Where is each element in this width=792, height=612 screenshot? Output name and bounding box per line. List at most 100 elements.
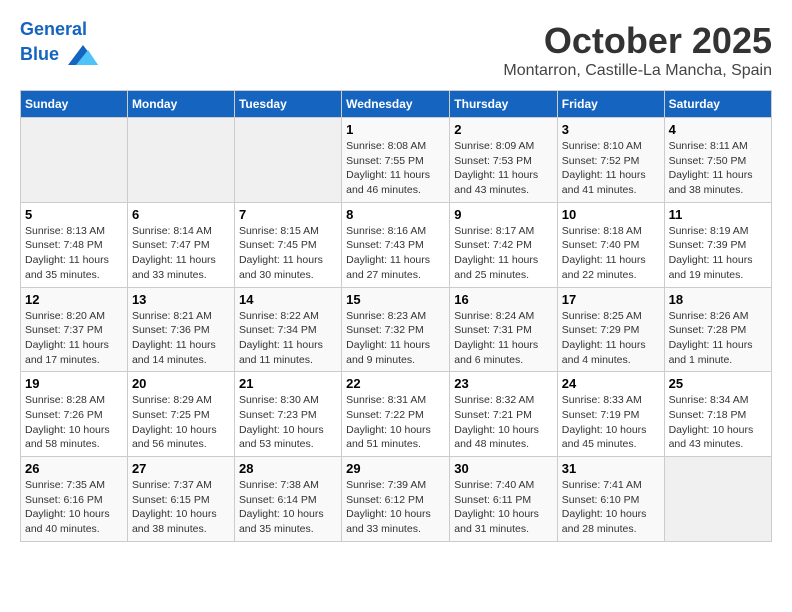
calendar-header: SundayMondayTuesdayWednesdayThursdayFrid… [21,91,772,118]
calendar-cell: 19Sunrise: 8:28 AM Sunset: 7:26 PM Dayli… [21,372,128,457]
calendar-week-row: 19Sunrise: 8:28 AM Sunset: 7:26 PM Dayli… [21,372,772,457]
page-header: General Blue October 2025 Montarron, Cas… [20,20,772,80]
day-number: 18 [669,292,767,307]
day-info: Sunrise: 8:34 AM Sunset: 7:18 PM Dayligh… [669,393,767,452]
calendar-cell [21,118,128,203]
day-info: Sunrise: 8:33 AM Sunset: 7:19 PM Dayligh… [562,393,660,452]
day-number: 17 [562,292,660,307]
calendar-cell: 23Sunrise: 8:32 AM Sunset: 7:21 PM Dayli… [450,372,558,457]
day-info: Sunrise: 8:17 AM Sunset: 7:42 PM Dayligh… [454,224,553,283]
day-info: Sunrise: 7:35 AM Sunset: 6:16 PM Dayligh… [25,478,123,537]
day-info: Sunrise: 8:23 AM Sunset: 7:32 PM Dayligh… [346,309,445,368]
logo-line2: Blue [20,44,59,64]
day-info: Sunrise: 8:31 AM Sunset: 7:22 PM Dayligh… [346,393,445,452]
calendar-week-row: 1Sunrise: 8:08 AM Sunset: 7:55 PM Daylig… [21,118,772,203]
day-info: Sunrise: 7:40 AM Sunset: 6:11 PM Dayligh… [454,478,553,537]
day-info: Sunrise: 8:13 AM Sunset: 7:48 PM Dayligh… [25,224,123,283]
title-block: October 2025 Montarron, Castille-La Manc… [503,20,772,80]
calendar-cell: 17 Sunrise: 8:25 AM Sunset: 7:29 PM Dayli… [557,287,664,372]
day-number: 24 [562,376,660,391]
day-number: 16 [454,292,553,307]
day-number: 19 [25,376,123,391]
day-number: 8 [346,207,445,222]
calendar-cell [127,118,234,203]
day-info: Sunrise: 8:26 AM Sunset: 7:28 PM Dayligh… [669,309,767,368]
header-day: Thursday [450,91,558,118]
day-number: 30 [454,461,553,476]
day-info: Sunrise: 8:21 AM Sunset: 7:36 PM Dayligh… [132,309,230,368]
calendar-week-row: 26 Sunrise: 7:35 AM Sunset: 6:16 PM Dayli… [21,457,772,542]
day-number: 27 [132,461,230,476]
day-info: Sunrise: 8:25 AM Sunset: 7:29 PM Dayligh… [562,309,660,368]
day-number: 13 [132,292,230,307]
logo-icon [68,40,98,70]
day-info: Sunrise: 8:18 AM Sunset: 7:40 PM Dayligh… [562,224,660,283]
calendar-cell: 2 Sunrise: 8:09 AM Sunset: 7:53 PM Daylig… [450,118,558,203]
day-number: 9 [454,207,553,222]
calendar-cell: 21Sunrise: 8:30 AM Sunset: 7:23 PM Dayli… [234,372,341,457]
day-number: 15 [346,292,445,307]
day-info: Sunrise: 8:19 AM Sunset: 7:39 PM Dayligh… [669,224,767,283]
day-number: 3 [562,122,660,137]
day-number: 2 [454,122,553,137]
day-number: 22 [346,376,445,391]
calendar-cell: 5 Sunrise: 8:13 AM Sunset: 7:48 PM Daylig… [21,202,128,287]
calendar-cell [234,118,341,203]
calendar-cell: 27Sunrise: 7:37 AM Sunset: 6:15 PM Dayli… [127,457,234,542]
day-number: 4 [669,122,767,137]
location: Montarron, Castille-La Mancha, Spain [503,62,772,80]
day-info: Sunrise: 8:20 AM Sunset: 7:37 PM Dayligh… [25,309,123,368]
calendar-cell: 22 Sunrise: 8:31 AM Sunset: 7:22 PM Dayli… [342,372,450,457]
calendar-week-row: 12 Sunrise: 8:20 AM Sunset: 7:37 PM Dayli… [21,287,772,372]
day-info: Sunrise: 7:38 AM Sunset: 6:14 PM Dayligh… [239,478,337,537]
day-info: Sunrise: 8:16 AM Sunset: 7:43 PM Dayligh… [346,224,445,283]
day-number: 21 [239,376,337,391]
header-day: Tuesday [234,91,341,118]
calendar-cell: 1Sunrise: 8:08 AM Sunset: 7:55 PM Daylig… [342,118,450,203]
day-number: 28 [239,461,337,476]
day-info: Sunrise: 8:15 AM Sunset: 7:45 PM Dayligh… [239,224,337,283]
day-info: Sunrise: 8:29 AM Sunset: 7:25 PM Dayligh… [132,393,230,452]
calendar-body: 1Sunrise: 8:08 AM Sunset: 7:55 PM Daylig… [21,118,772,542]
calendar-cell: 3 Sunrise: 8:10 AM Sunset: 7:52 PM Daylig… [557,118,664,203]
calendar-cell: 15 Sunrise: 8:23 AM Sunset: 7:32 PM Dayli… [342,287,450,372]
day-info: Sunrise: 8:09 AM Sunset: 7:53 PM Dayligh… [454,139,553,198]
header-day: Wednesday [342,91,450,118]
day-info: Sunrise: 7:39 AM Sunset: 6:12 PM Dayligh… [346,478,445,537]
calendar-cell: 28 Sunrise: 7:38 AM Sunset: 6:14 PM Dayli… [234,457,341,542]
header-day: Saturday [664,91,771,118]
calendar-cell: 9 Sunrise: 8:17 AM Sunset: 7:42 PM Daylig… [450,202,558,287]
calendar-cell: 18 Sunrise: 8:26 AM Sunset: 7:28 PM Dayli… [664,287,771,372]
calendar-cell: 31Sunrise: 7:41 AM Sunset: 6:10 PM Dayli… [557,457,664,542]
month-title: October 2025 [503,20,772,62]
calendar-cell: 26 Sunrise: 7:35 AM Sunset: 6:16 PM Dayli… [21,457,128,542]
day-number: 12 [25,292,123,307]
day-number: 26 [25,461,123,476]
calendar-cell: 11 Sunrise: 8:19 AM Sunset: 7:39 PM Dayli… [664,202,771,287]
logo: General Blue [20,20,98,70]
day-number: 7 [239,207,337,222]
day-info: Sunrise: 8:11 AM Sunset: 7:50 PM Dayligh… [669,139,767,198]
calendar-cell: 14Sunrise: 8:22 AM Sunset: 7:34 PM Dayli… [234,287,341,372]
day-info: Sunrise: 8:10 AM Sunset: 7:52 PM Dayligh… [562,139,660,198]
calendar-cell: 12 Sunrise: 8:20 AM Sunset: 7:37 PM Dayli… [21,287,128,372]
calendar-cell: 24 Sunrise: 8:33 AM Sunset: 7:19 PM Dayli… [557,372,664,457]
day-info: Sunrise: 8:14 AM Sunset: 7:47 PM Dayligh… [132,224,230,283]
day-number: 31 [562,461,660,476]
calendar-cell: 25Sunrise: 8:34 AM Sunset: 7:18 PM Dayli… [664,372,771,457]
calendar-table: SundayMondayTuesdayWednesdayThursdayFrid… [20,90,772,542]
logo-line1: General [20,19,87,39]
calendar-cell: 10Sunrise: 8:18 AM Sunset: 7:40 PM Dayli… [557,202,664,287]
calendar-cell: 16Sunrise: 8:24 AM Sunset: 7:31 PM Dayli… [450,287,558,372]
header-day: Monday [127,91,234,118]
calendar-cell: 4 Sunrise: 8:11 AM Sunset: 7:50 PM Daylig… [664,118,771,203]
calendar-cell [664,457,771,542]
day-number: 11 [669,207,767,222]
calendar-cell: 13 Sunrise: 8:21 AM Sunset: 7:36 PM Dayli… [127,287,234,372]
calendar-week-row: 5 Sunrise: 8:13 AM Sunset: 7:48 PM Daylig… [21,202,772,287]
day-number: 1 [346,122,445,137]
day-number: 5 [25,207,123,222]
day-number: 20 [132,376,230,391]
day-info: Sunrise: 8:22 AM Sunset: 7:34 PM Dayligh… [239,309,337,368]
day-number: 23 [454,376,553,391]
